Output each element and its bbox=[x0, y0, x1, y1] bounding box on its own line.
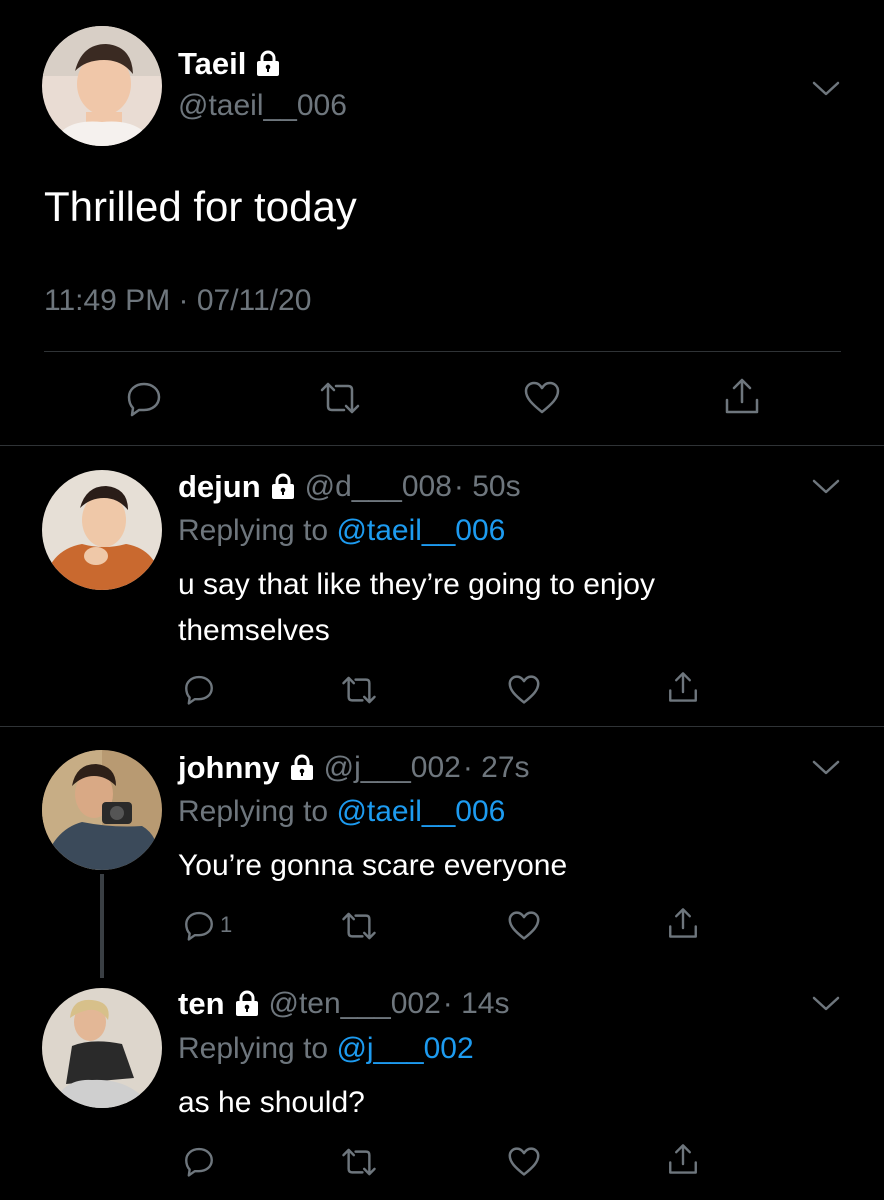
reply-icon bbox=[127, 382, 161, 417]
reply-icon bbox=[185, 911, 213, 941]
reply-text: as he should? bbox=[178, 1086, 365, 1119]
divider bbox=[44, 351, 841, 352]
reply-button[interactable]: 1 bbox=[182, 908, 232, 942]
tweet-age: · 27s bbox=[462, 751, 530, 784]
avatar-ten[interactable] bbox=[42, 988, 162, 1108]
like-icon bbox=[508, 1147, 540, 1176]
share-button[interactable] bbox=[666, 670, 700, 704]
retweet-icon bbox=[342, 912, 376, 940]
lock-icon bbox=[288, 754, 316, 782]
reply-icon bbox=[185, 1147, 213, 1177]
retweet-icon bbox=[320, 382, 360, 414]
avatar-dejun[interactable] bbox=[42, 470, 162, 590]
avatar-taeil[interactable] bbox=[42, 26, 162, 146]
like-icon bbox=[508, 911, 540, 940]
divider bbox=[0, 726, 884, 727]
tweet-timestamp: 11:49 PM · 07/11/20 bbox=[44, 284, 312, 317]
reply-header: johnny @j___002 · 27s bbox=[178, 750, 530, 786]
display-name-label: Taeil bbox=[178, 46, 247, 81]
chevron-down-icon[interactable] bbox=[810, 993, 842, 1013]
chevron-down-icon[interactable] bbox=[810, 78, 842, 98]
reply-button[interactable] bbox=[124, 378, 164, 418]
display-name-label[interactable]: ten bbox=[178, 986, 225, 1022]
reply-text: u say that like they’re going to enjoy t… bbox=[178, 568, 655, 647]
retweet-icon bbox=[342, 676, 376, 704]
share-icon bbox=[669, 672, 697, 702]
replying-prefix: Replying to bbox=[178, 514, 329, 547]
share-button[interactable] bbox=[666, 1142, 700, 1176]
like-icon bbox=[508, 675, 540, 704]
lock-icon bbox=[254, 50, 282, 78]
lock-icon bbox=[233, 990, 261, 1018]
lock-icon bbox=[269, 473, 297, 501]
thread-line bbox=[100, 874, 104, 978]
retweet-button[interactable] bbox=[340, 910, 378, 942]
main-display-name[interactable]: Taeil bbox=[178, 46, 282, 82]
share-icon bbox=[669, 908, 697, 938]
replying-to-link[interactable]: @j___002 bbox=[336, 1032, 473, 1065]
retweet-button[interactable] bbox=[340, 1146, 378, 1178]
display-name-label[interactable]: johnny bbox=[178, 750, 280, 786]
replying-prefix: Replying to bbox=[178, 795, 329, 828]
handle[interactable]: @ten___002 bbox=[269, 987, 441, 1021]
tweet-text: Thrilled for today bbox=[44, 183, 357, 230]
chevron-down-icon[interactable] bbox=[810, 757, 842, 777]
tweet-age: · 14s bbox=[442, 987, 510, 1020]
divider bbox=[0, 445, 884, 446]
avatar-johnny[interactable] bbox=[42, 750, 162, 870]
reply-button[interactable] bbox=[182, 1144, 216, 1178]
retweet-button[interactable] bbox=[318, 380, 362, 416]
main-handle[interactable]: @taeil__006 bbox=[178, 89, 347, 123]
replying-prefix: Replying to bbox=[178, 1032, 329, 1065]
reply-icon bbox=[185, 675, 213, 705]
reply-header: ten @ten___002 · 14s bbox=[178, 986, 509, 1022]
replying-to: Replying to @taeil__006 bbox=[178, 514, 505, 548]
reply-header: dejun @d___008 · 50s bbox=[178, 469, 521, 505]
retweet-button[interactable] bbox=[340, 674, 378, 706]
like-icon bbox=[524, 381, 560, 414]
like-button[interactable] bbox=[506, 674, 542, 706]
like-button[interactable] bbox=[506, 1146, 542, 1178]
share-icon bbox=[725, 378, 759, 414]
replying-to: Replying to @taeil__006 bbox=[178, 795, 505, 829]
reply-button[interactable] bbox=[182, 672, 216, 706]
display-name-label[interactable]: dejun bbox=[178, 469, 261, 505]
replying-to-link[interactable]: @taeil__006 bbox=[336, 514, 505, 547]
chevron-down-icon[interactable] bbox=[810, 476, 842, 496]
share-icon bbox=[669, 1144, 697, 1174]
tweet-age: · 50s bbox=[453, 470, 521, 503]
like-button[interactable] bbox=[506, 910, 542, 942]
retweet-icon bbox=[342, 1148, 376, 1176]
reply-text: You’re gonna scare everyone bbox=[178, 849, 568, 882]
handle[interactable]: @j___002 bbox=[324, 751, 461, 785]
like-button[interactable] bbox=[522, 380, 562, 416]
share-button[interactable] bbox=[722, 376, 762, 416]
replying-to: Replying to @j___002 bbox=[178, 1032, 474, 1066]
handle[interactable]: @d___008 bbox=[305, 470, 452, 504]
replying-to-link[interactable]: @taeil__006 bbox=[336, 795, 505, 828]
reply-count: 1 bbox=[220, 912, 233, 937]
share-button[interactable] bbox=[666, 906, 700, 940]
